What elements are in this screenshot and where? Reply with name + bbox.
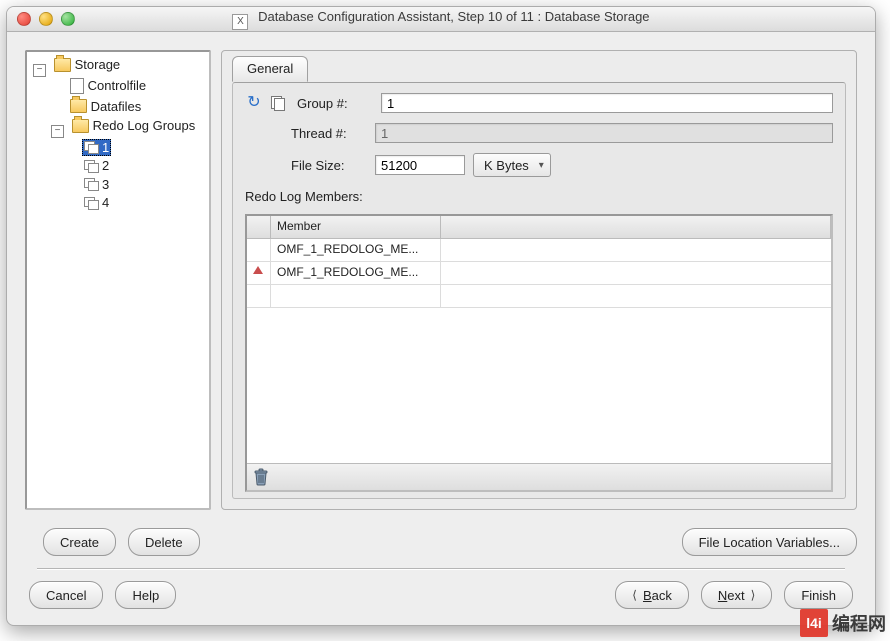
tree-label: Controlfile	[88, 78, 147, 93]
tree-node-redo-groups[interactable]: Redo Log Groups	[70, 118, 198, 133]
watermark-badge: l4i	[800, 609, 828, 637]
copy-icon[interactable]	[271, 96, 285, 110]
app-window: X Database Configuration Assistant, Step…	[6, 6, 876, 626]
create-button[interactable]: Create	[43, 528, 116, 556]
file-size-unit-combo[interactable]: K Bytes ▾	[473, 153, 551, 177]
table-body: OMF_1_REDOLOG_ME...OMF_1_REDOLOG_ME...	[247, 239, 831, 463]
new-row-marker-icon	[253, 266, 263, 276]
tree-buttons: Create Delete	[43, 528, 200, 556]
table-header: Member	[247, 216, 831, 239]
tree-toggle-redo[interactable]: −	[51, 125, 64, 138]
tree-node-redo-group-2[interactable]: 2	[82, 158, 111, 173]
watermark: l4i 编程网	[800, 609, 886, 637]
file-location-variables-button[interactable]: File Location Variables...	[682, 528, 857, 556]
main-content: − Storage Controlfile	[7, 32, 875, 518]
right-nav-buttons: ⟨ Back Next ⟩ Finish	[615, 581, 853, 609]
group-number-label: Group #:	[297, 96, 373, 111]
file-size-unit-value: K Bytes	[484, 158, 529, 173]
trash-icon[interactable]	[253, 468, 269, 486]
chevron-right-icon: ⟩	[751, 588, 756, 602]
redo-members-label: Redo Log Members:	[245, 189, 833, 204]
folder-icon	[70, 99, 87, 113]
row-marker-cell	[247, 239, 271, 261]
titlebar: X Database Configuration Assistant, Step…	[7, 7, 875, 32]
redo-log-icon	[84, 141, 98, 153]
table-header-marker	[247, 216, 271, 238]
row-group-number: ↻ Group #:	[245, 93, 833, 113]
tree-label: 4	[102, 195, 109, 210]
cancel-button[interactable]: Cancel	[29, 581, 103, 609]
folder-icon	[72, 119, 89, 133]
redo-log-icon	[84, 197, 98, 209]
file-size-input[interactable]	[375, 155, 465, 175]
file-size-label: File Size:	[291, 158, 367, 173]
tree-node-controlfile[interactable]: Controlfile	[68, 78, 149, 94]
tree-node-datafiles[interactable]: Datafiles	[68, 99, 144, 114]
tree-node-redo-group-4[interactable]: 4	[82, 195, 111, 210]
table-row[interactable]: OMF_1_REDOLOG_ME...	[247, 239, 831, 262]
detail-panel: General ↻ Group #: Thread #: File Siz	[221, 50, 857, 510]
window-title-text: Database Configuration Assistant, Step 1…	[258, 9, 649, 24]
left-nav-buttons: Cancel Help	[29, 581, 176, 609]
window-controls	[17, 12, 75, 26]
tree-label: 2	[102, 158, 109, 173]
tabbed-pane: General ↻ Group #: Thread #: File Siz	[221, 50, 857, 510]
row-marker-cell	[247, 285, 271, 307]
back-label: Back	[643, 588, 672, 603]
file-icon	[70, 78, 84, 94]
table-row[interactable]: OMF_1_REDOLOG_ME...	[247, 262, 831, 285]
zoom-button[interactable]	[61, 12, 75, 26]
watermark-text: 编程网	[832, 610, 886, 636]
minimize-button[interactable]	[39, 12, 53, 26]
tree-node-storage[interactable]: Storage	[52, 57, 123, 72]
tree-label: Redo Log Groups	[93, 118, 196, 133]
storage-tree-panel: − Storage Controlfile	[25, 50, 211, 510]
tab-body-general: ↻ Group #: Thread #: File Size: K Bytes	[232, 82, 846, 499]
wizard-nav-row: Cancel Help ⟨ Back Next ⟩ Finish	[7, 569, 875, 625]
help-button[interactable]: Help	[115, 581, 176, 609]
finish-button[interactable]: Finish	[784, 581, 853, 609]
close-button[interactable]	[17, 12, 31, 26]
tree-node-redo-group-3[interactable]: 3	[82, 177, 111, 192]
folder-icon	[54, 58, 71, 72]
storage-tree: − Storage Controlfile	[31, 56, 205, 215]
row-member-cell[interactable]	[271, 285, 441, 307]
redo-members-table: Member OMF_1_REDOLOG_ME...OMF_1_REDOLOG_…	[245, 214, 833, 492]
row-member-cell[interactable]: OMF_1_REDOLOG_ME...	[271, 262, 441, 284]
refresh-icon[interactable]: ↻	[245, 94, 263, 112]
tree-label: 3	[102, 177, 109, 192]
tree-toggle-storage[interactable]: −	[33, 64, 46, 77]
redo-log-icon	[84, 160, 98, 172]
app-icon: X	[232, 14, 248, 30]
row-file-size: File Size: K Bytes ▾	[245, 153, 833, 177]
tree-node-redo-group-1[interactable]: 1	[82, 139, 111, 156]
row-member-cell[interactable]: OMF_1_REDOLOG_ME...	[271, 239, 441, 261]
next-label: Next	[718, 588, 745, 603]
chevron-left-icon: ⟨	[632, 588, 637, 602]
chevron-down-icon: ▾	[539, 160, 544, 171]
tree-label: Storage	[75, 57, 121, 72]
back-button[interactable]: ⟨ Back	[615, 581, 689, 609]
window-title: X Database Configuration Assistant, Step…	[7, 9, 875, 30]
table-header-member: Member	[271, 216, 441, 238]
redo-log-icon	[84, 178, 98, 190]
next-button[interactable]: Next ⟩	[701, 581, 772, 609]
tree-label: 1	[102, 140, 109, 155]
row-marker-cell	[247, 262, 271, 284]
group-number-input[interactable]	[381, 93, 833, 113]
tab-row: General	[222, 50, 856, 76]
table-row[interactable]	[247, 285, 831, 308]
thread-number-input	[375, 123, 833, 143]
mid-button-row: Create Delete File Location Variables...	[7, 518, 875, 562]
tree-label: Datafiles	[91, 99, 142, 114]
table-toolbar	[247, 463, 831, 490]
delete-button[interactable]: Delete	[128, 528, 200, 556]
table-header-spacer	[441, 216, 831, 238]
tab-general[interactable]: General	[232, 56, 308, 82]
row-thread-number: Thread #:	[245, 123, 833, 143]
thread-number-label: Thread #:	[291, 126, 367, 141]
